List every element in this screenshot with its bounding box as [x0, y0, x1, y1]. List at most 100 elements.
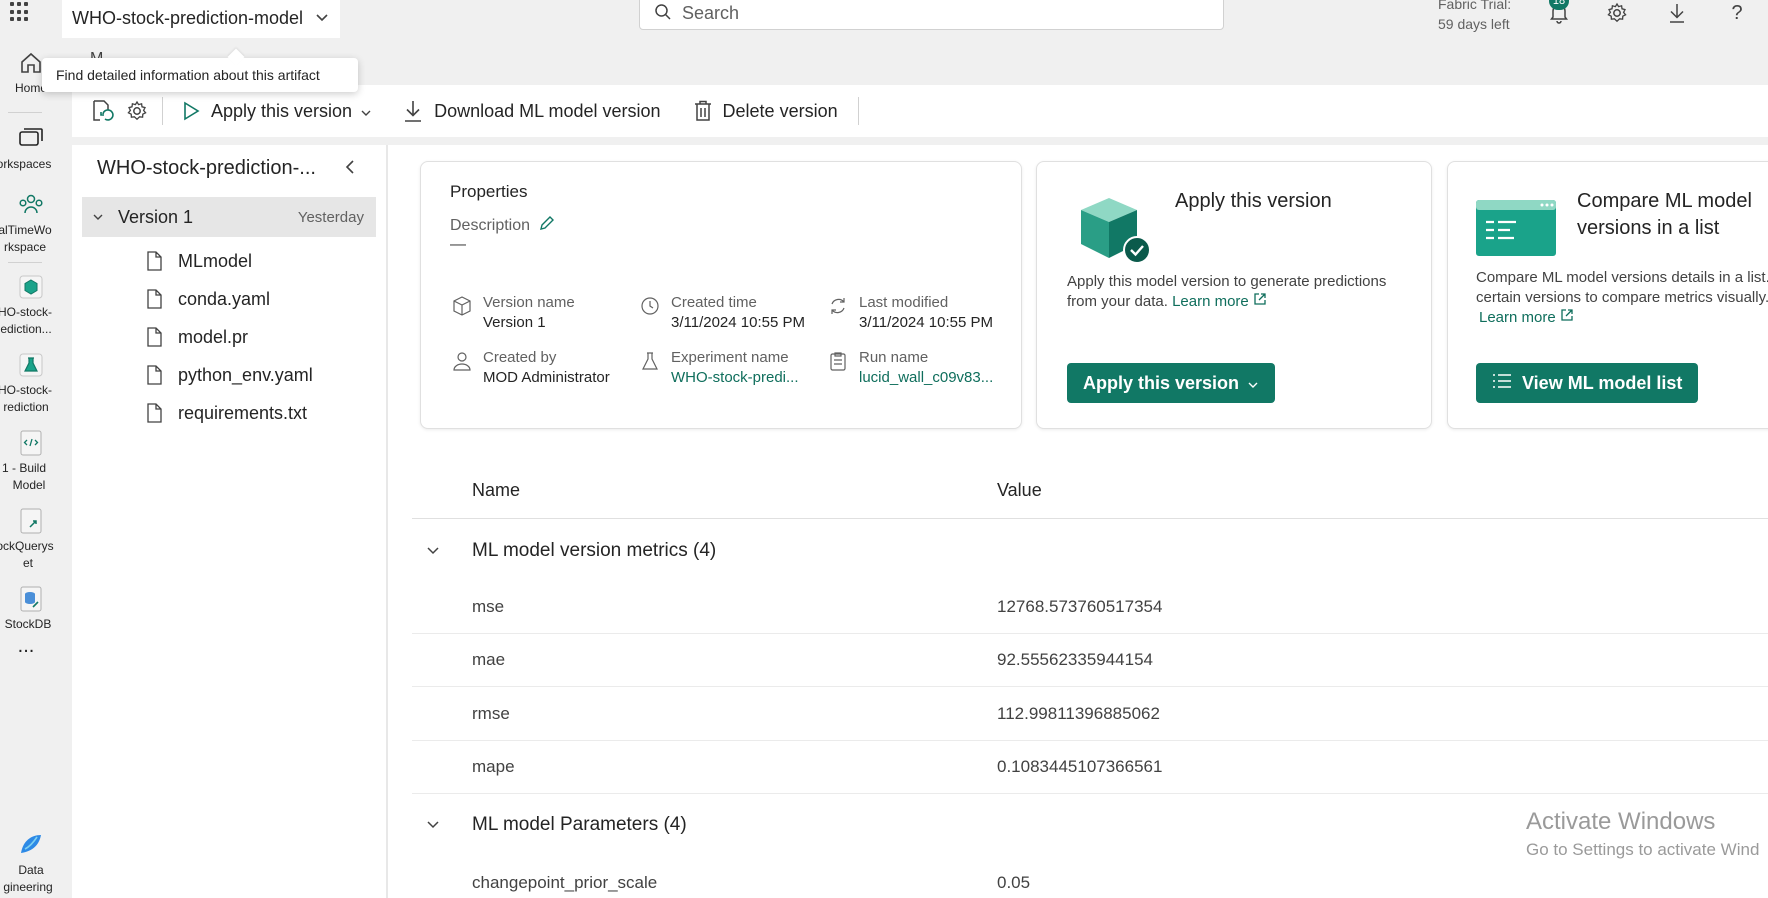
search-input[interactable]: Search: [682, 3, 739, 24]
delete-version-button[interactable]: Delete version: [693, 91, 838, 131]
ml-model-icon: [16, 272, 46, 302]
run-name-prop: Run name lucid_wall_c09v83...: [827, 348, 993, 388]
version-tree-item[interactable]: Version 1 Yesterday: [82, 197, 376, 237]
created-time-label: Created time: [671, 294, 757, 311]
experiment-name-link[interactable]: WHO-stock-predi...: [671, 368, 799, 388]
file-name: conda.yaml: [178, 288, 271, 309]
file-name: python_env.yaml: [178, 364, 313, 385]
created-by-value: MOD Administrator: [483, 369, 610, 386]
file-item[interactable]: model.pr: [144, 322, 248, 352]
created-by-prop: Created by MOD Administrator: [451, 348, 610, 388]
rail-database-label: StockDB: [4, 617, 52, 631]
refresh-artifact-icon[interactable]: [90, 91, 114, 131]
view-ml-model-list-label: View ML model list: [1522, 372, 1683, 393]
version-name-value: Version 1: [483, 314, 546, 331]
rail-notebook-label-1: 1 - Build: [1, 461, 47, 475]
file-item[interactable]: requirements.txt: [144, 398, 307, 428]
rail-realtime-workspace[interactable]: alTimeWo rkspace: [0, 190, 62, 256]
external-link-icon: [1254, 293, 1266, 305]
delete-version-label: Delete version: [722, 100, 838, 121]
settings-gear-icon[interactable]: [1604, 0, 1630, 26]
rail-experiment[interactable]: HO-stock- rediction: [0, 350, 62, 416]
apply-version-label: Apply this version: [211, 100, 353, 121]
app-launcher-icon[interactable]: [10, 2, 30, 22]
list-icon: [1492, 373, 1512, 394]
apply-version-primary-button[interactable]: Apply this version: [1067, 363, 1276, 403]
flask-icon: [642, 352, 658, 370]
rail-workspaces[interactable]: orkspaces: [0, 124, 62, 173]
table-row[interactable]: rmse 112.99811396885062: [412, 688, 1768, 741]
rail-data-engineering[interactable]: Data gineering: [0, 830, 62, 896]
data-engineering-icon: [16, 830, 46, 860]
apply-learn-more-link[interactable]: Learn more: [1172, 293, 1267, 310]
table-row[interactable]: mae 92.55562335944154: [412, 634, 1768, 687]
column-header-name[interactable]: Name: [472, 480, 520, 501]
parameters-group-label: ML model Parameters (4): [472, 814, 687, 835]
run-name-label: Run name: [859, 349, 929, 366]
compare-card-text-line1: Compare ML model versions details in a l…: [1476, 269, 1768, 286]
metrics-group-header[interactable]: ML model version metrics (4): [412, 527, 1768, 575]
download-icon: [405, 101, 422, 122]
watermark-subtitle: Go to Settings to activate Wind: [1526, 840, 1760, 859]
chevron-down-icon[interactable]: [92, 210, 104, 224]
run-name-link[interactable]: lucid_wall_c09v83...: [859, 368, 993, 388]
table-row[interactable]: mape 0.1083445107366561: [412, 741, 1768, 794]
rail-ml-model-label-2: ediction...: [0, 322, 52, 336]
table-header-divider: [412, 518, 1768, 519]
metric-value: 0.1083445107366561: [997, 757, 1163, 776]
metrics-group-label: ML model version metrics (4): [472, 540, 717, 561]
sync-icon: [831, 298, 845, 314]
experiment-icon: [16, 350, 46, 380]
trial-status[interactable]: Fabric Trial: 59 days left: [1438, 0, 1511, 34]
metric-name: mae: [472, 650, 506, 669]
download-icon[interactable]: [1664, 0, 1690, 26]
rail-realtime-label-1: alTimeWo: [0, 223, 52, 237]
collapse-pane-chevron-left-icon[interactable]: [344, 159, 356, 180]
file-name: model.pr: [178, 326, 249, 347]
apply-version-button[interactable]: Apply this version: [181, 91, 372, 131]
trash-icon: [694, 100, 711, 121]
settings-gear-icon[interactable]: [126, 91, 148, 131]
param-value: 0.05: [997, 873, 1031, 892]
rail-ml-model[interactable]: HO-stock- ediction...: [0, 272, 62, 338]
play-icon: [184, 101, 200, 121]
compare-card-title-line2: versions in a list: [1577, 217, 1720, 239]
rail-database[interactable]: StockDB: [0, 584, 62, 633]
chevron-down-icon[interactable]: [426, 543, 440, 559]
download-version-label: Download ML model version: [434, 100, 661, 121]
chevron-down-icon[interactable]: [426, 817, 440, 833]
queryset-icon: [16, 506, 46, 536]
file-item[interactable]: conda.yaml: [144, 284, 270, 314]
search-box[interactable]: Search: [639, 0, 1224, 30]
compare-learn-more-link[interactable]: Learn more: [1479, 308, 1768, 328]
rail-notebook[interactable]: 1 - Build Model: [0, 428, 62, 494]
apply-card-text: Apply this model version to generate pre…: [1067, 272, 1417, 312]
more-icon[interactable]: ...: [0, 636, 62, 656]
column-header-value[interactable]: Value: [997, 480, 1042, 501]
metric-name: mape: [472, 757, 515, 776]
toolbar-divider: [857, 97, 859, 125]
edit-pencil-icon[interactable]: [538, 214, 556, 237]
version-name-label: Version name: [483, 294, 575, 311]
download-version-button[interactable]: Download ML model version: [402, 91, 661, 131]
view-ml-model-list-button[interactable]: View ML model list: [1476, 363, 1699, 403]
last-modified-value: 3/11/2024 10:55 PM: [859, 314, 993, 331]
rail-realtime-label-2: rkspace: [3, 240, 47, 254]
file-item[interactable]: MLmodel: [144, 246, 252, 276]
description-value: —: [450, 236, 466, 253]
compare-card-title: Compare ML model versions in a list: [1577, 188, 1752, 242]
artifact-name: WHO-stock-prediction-model: [72, 7, 304, 28]
chevron-down-icon: [1247, 373, 1259, 394]
notebook-icon: [16, 428, 46, 458]
apply-card-title: Apply this version: [1175, 190, 1332, 212]
created-by-label: Created by: [483, 349, 557, 366]
table-row[interactable]: mse 12768.573760517354: [412, 581, 1768, 634]
apply-version-card: Apply this version Apply this model vers…: [1036, 161, 1432, 429]
description-label: Description: [450, 216, 531, 234]
file-icon: [147, 365, 162, 385]
rail-queryset[interactable]: ockQuerys et: [0, 506, 62, 572]
help-icon[interactable]: ?: [1724, 0, 1750, 26]
clipboard-icon: [830, 352, 846, 371]
artifact-picker[interactable]: WHO-stock-prediction-model: [62, 0, 340, 38]
file-item[interactable]: python_env.yaml: [144, 360, 313, 390]
